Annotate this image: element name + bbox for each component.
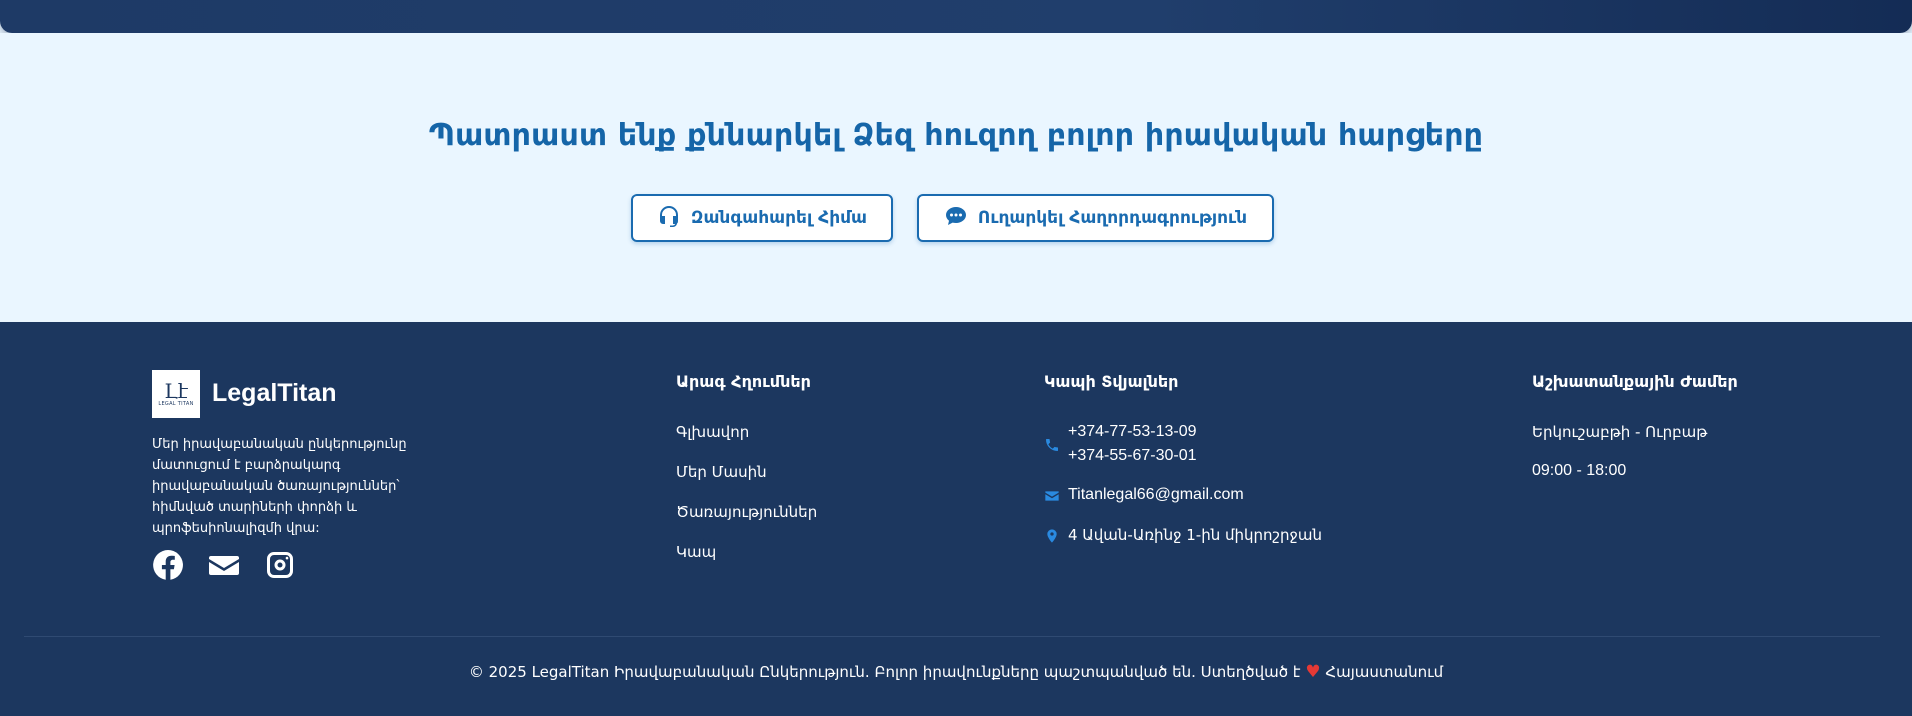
made-in-place: Հայաստանում: [1325, 663, 1444, 681]
brand-name[interactable]: LegalTitan: [212, 379, 337, 408]
phone-link-2[interactable]: +374-55-67-30-01: [1068, 444, 1197, 468]
cta-title: Պատրաստ ենք քննարկել Ձեզ հուզող բոլոր իր…: [428, 118, 1484, 153]
copyright-text: © 2025 LegalTitan Իրավաբանական Ընկերությ…: [468, 663, 1196, 681]
send-message-label: Ուղարկել Հաղորդագրություն: [977, 208, 1248, 228]
call-now-button[interactable]: Զանգահարել Հիմա: [631, 194, 893, 242]
phone-icon: [1044, 437, 1060, 453]
heart-icon: ♥: [1305, 662, 1321, 682]
call-now-label: Զանգահարել Հիմա: [690, 208, 868, 228]
footer-link-services[interactable]: Ծառայություններ: [676, 503, 817, 521]
copyright: © 2025 LegalTitan Իրավաբանական Ընկերությ…: [0, 662, 1912, 682]
logo-mark: Լէ: [164, 378, 188, 403]
send-message-button[interactable]: Ուղարկել Հաղորդագրություն: [917, 194, 1274, 242]
hours-title: Աշխատանքային Ժամեր: [1532, 372, 1738, 391]
phone-link-1[interactable]: +374-77-53-13-09: [1068, 420, 1197, 444]
made-in-text: Ստեղծված է: [1200, 663, 1301, 681]
contact-title: Կապի Տվյալներ: [1044, 372, 1179, 391]
header-bar: [0, 0, 1912, 33]
logo-small-text: LEGAL TITAN: [158, 400, 194, 407]
address-text: 4 Ավան-Առինջ 1-ին միկրոշրջան: [1068, 526, 1323, 544]
chat-icon: [944, 204, 968, 233]
headset-icon: [657, 204, 681, 233]
logo[interactable]: Լէ LEGAL TITAN: [152, 370, 200, 418]
cta-section: [0, 33, 1912, 322]
facebook-icon[interactable]: [152, 549, 184, 581]
social-links: [152, 549, 296, 581]
envelope-icon[interactable]: [208, 549, 240, 581]
email-link[interactable]: Titanlegal66@gmail.com: [1068, 483, 1244, 507]
footer-divider: [24, 636, 1880, 637]
email-icon: [1044, 488, 1060, 504]
working-time: 09:00 - 18:00: [1532, 462, 1627, 479]
location-pin-icon: [1044, 528, 1060, 544]
working-days: Երկուշաբթի - Ուրբաթ: [1532, 423, 1708, 441]
quick-links-title: Արագ Հղումներ: [676, 372, 811, 391]
about-text: Մեր իրավաբանական ընկերությունը մատուցում…: [152, 437, 407, 536]
footer-link-about[interactable]: Մեր Մասին: [676, 463, 767, 481]
footer-link-contact[interactable]: Կապ: [676, 543, 716, 561]
site-footer: Լէ LEGAL TITAN LegalTitan Մեր իրավաբանակ…: [0, 322, 1912, 716]
footer-link-home[interactable]: Գլխավոր: [676, 423, 749, 441]
instagram-icon[interactable]: [264, 549, 296, 581]
